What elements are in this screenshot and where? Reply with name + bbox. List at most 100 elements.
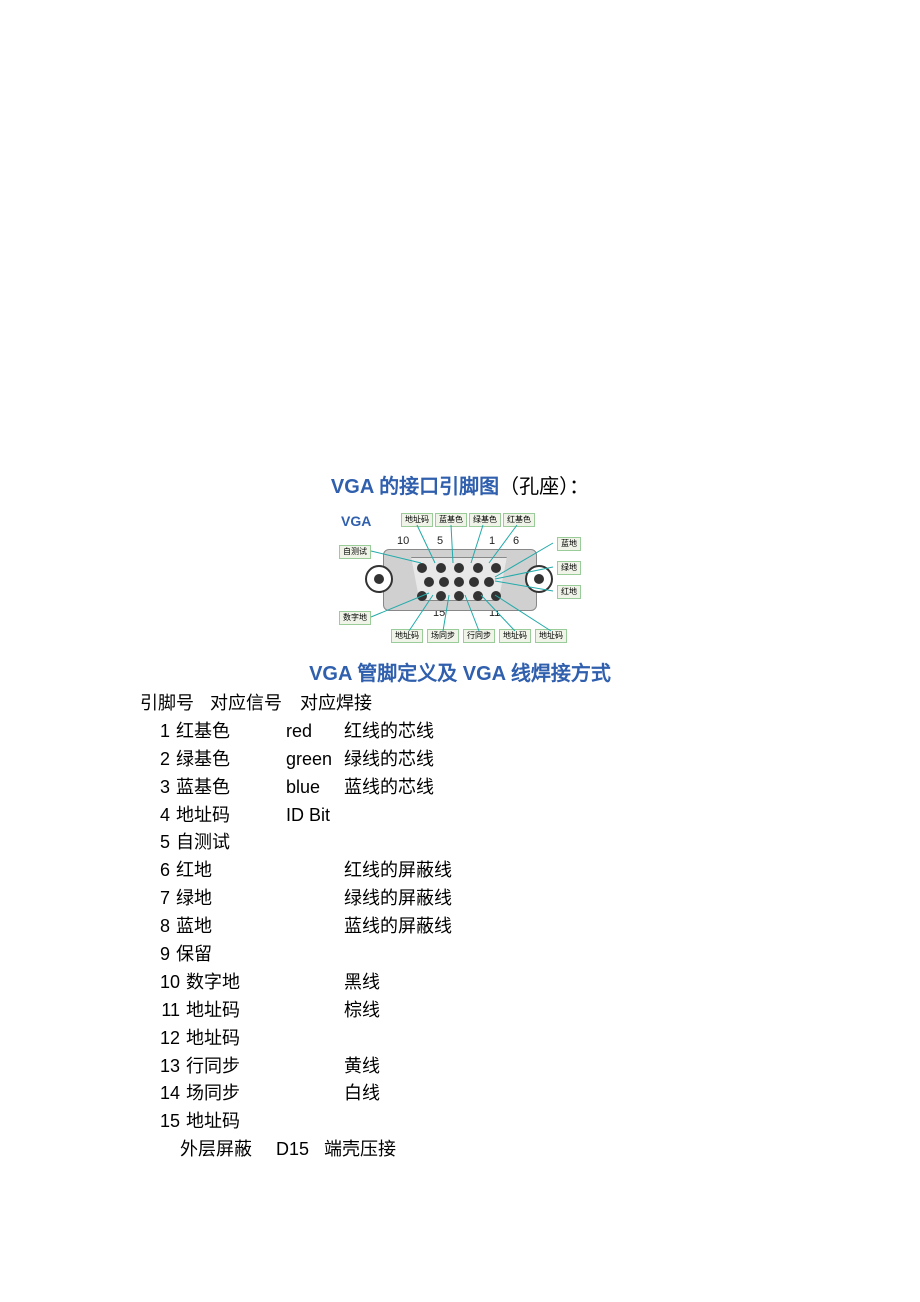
tag-vsync: 场同步	[427, 629, 459, 643]
title-pinout: VGA 的接口引脚图（孔座）：	[0, 470, 920, 499]
cell-en: ID Bit	[286, 802, 344, 830]
cell-en: green	[286, 746, 344, 774]
hdr-solder: 对应焊接	[300, 690, 390, 718]
tag-green-base: 绿基色	[469, 513, 501, 527]
cell-sig: 地址码	[186, 997, 286, 1025]
cell-en	[286, 857, 344, 885]
cell-sig: 地址码	[186, 1108, 286, 1136]
cell-n: 15	[140, 1108, 186, 1136]
cell-en: red	[286, 718, 344, 746]
cell-sig: 保留	[176, 941, 286, 969]
cell-sig: 绿基色	[176, 746, 286, 774]
cell-en	[286, 913, 344, 941]
pin-table: 引脚号 对应信号 对应焊接 1红基色red红线的芯线 2绿基色green绿线的芯…	[140, 690, 920, 1164]
table-row: 7绿地绿线的屏蔽线	[140, 885, 920, 913]
cell-en	[286, 1025, 344, 1053]
tag-digital-gnd: 数字地	[339, 611, 371, 625]
cell-n: 12	[140, 1025, 186, 1053]
tag-green-gnd: 绿地	[557, 561, 581, 575]
footer-wire: 端壳压接	[324, 1136, 396, 1164]
diagram-wrap: VGA 地址码 蓝基色 绿基色 红基色 蓝地 绿地 红地 自测试 数字地 地址码…	[0, 507, 920, 647]
cell-wire: 黄线	[344, 1053, 920, 1081]
footer-row: 外层屏蔽 D15 端壳压接	[180, 1136, 920, 1164]
pin-dot	[417, 563, 427, 573]
title-pinout-blue: VGA 的接口引脚图	[331, 476, 499, 498]
cell-en	[286, 997, 344, 1025]
tag-addr-b1: 地址码	[391, 629, 423, 643]
cell-wire	[344, 829, 920, 857]
footer-en: D15	[276, 1136, 324, 1164]
pin-grid	[417, 563, 501, 605]
cell-n: 11	[140, 997, 186, 1025]
cell-en	[286, 829, 344, 857]
cell-sig: 地址码	[186, 1025, 286, 1053]
tag-addr-b2: 地址码	[499, 629, 531, 643]
screw-left-icon	[365, 565, 393, 593]
cell-wire: 红线的屏蔽线	[344, 857, 920, 885]
tag-red-gnd: 红地	[557, 585, 581, 599]
cell-sig: 红地	[176, 857, 286, 885]
pin-dot	[436, 563, 446, 573]
pin-dot	[424, 577, 434, 587]
cell-wire	[344, 802, 920, 830]
cell-n: 6	[140, 857, 176, 885]
pin-dot	[473, 563, 483, 573]
table-row: 13行同步黄线	[140, 1053, 920, 1081]
cell-sig: 蓝地	[176, 913, 286, 941]
cell-wire	[344, 1025, 920, 1053]
cell-n: 2	[140, 746, 176, 774]
cell-n: 9	[140, 941, 176, 969]
pin-row-mid	[417, 577, 501, 587]
screw-right-icon	[525, 565, 553, 593]
pin-dot	[417, 591, 427, 601]
cell-wire: 黑线	[344, 969, 920, 997]
num-10: 10	[397, 535, 409, 547]
num-5: 5	[437, 535, 443, 547]
tag-addr-top: 地址码	[401, 513, 433, 527]
cell-sig: 行同步	[186, 1053, 286, 1081]
cell-sig: 红基色	[176, 718, 286, 746]
vga-diagram: VGA 地址码 蓝基色 绿基色 红基色 蓝地 绿地 红地 自测试 数字地 地址码…	[335, 507, 585, 647]
cell-wire: 棕线	[344, 997, 920, 1025]
cell-n: 3	[140, 774, 176, 802]
cell-n: 7	[140, 885, 176, 913]
table-row: 5自测试	[140, 829, 920, 857]
footer-label: 外层屏蔽	[180, 1136, 276, 1164]
tag-red-base: 红基色	[503, 513, 535, 527]
pin-dot	[473, 591, 483, 601]
table-row: 6红地 红线的屏蔽线	[140, 857, 920, 885]
pin-dot	[491, 591, 501, 601]
cell-sig: 绿地	[176, 885, 286, 913]
table-row: 12地址码	[140, 1025, 920, 1053]
table-row: 8蓝地 蓝线的屏蔽线	[140, 913, 920, 941]
cell-en	[286, 1053, 344, 1081]
tag-selftest: 自测试	[339, 545, 371, 559]
cell-n: 5	[140, 829, 176, 857]
cell-sig: 自测试	[176, 829, 286, 857]
table-row: 10数字地黑线	[140, 969, 920, 997]
pin-dot	[484, 577, 494, 587]
cell-wire: 白线	[344, 1080, 920, 1108]
cell-en	[286, 1108, 344, 1136]
cell-wire: 绿线的芯线	[344, 746, 920, 774]
tag-blue-base: 蓝基色	[435, 513, 467, 527]
tag-hsync: 行同步	[463, 629, 495, 643]
num-6: 6	[513, 535, 519, 547]
cell-en	[286, 885, 344, 913]
table-row: 14场同步白线	[140, 1080, 920, 1108]
cell-en	[286, 1080, 344, 1108]
cell-wire	[344, 941, 920, 969]
cell-wire: 蓝线的屏蔽线	[344, 913, 920, 941]
cell-wire	[344, 1108, 920, 1136]
cell-n: 1	[140, 718, 176, 746]
table-row: 4地址码ID Bit	[140, 802, 920, 830]
pin-row-bot	[417, 591, 501, 601]
cell-en: blue	[286, 774, 344, 802]
pin-dot	[439, 577, 449, 587]
table-row: 15地址码	[140, 1108, 920, 1136]
hdr-signal: 对应信号	[210, 690, 300, 718]
cell-sig: 场同步	[186, 1080, 286, 1108]
cell-n: 8	[140, 913, 176, 941]
cell-sig: 蓝基色	[176, 774, 286, 802]
page: VGA 的接口引脚图（孔座）： VGA 地址码 蓝基色 绿基色 红基色 蓝地 绿…	[0, 0, 920, 1302]
